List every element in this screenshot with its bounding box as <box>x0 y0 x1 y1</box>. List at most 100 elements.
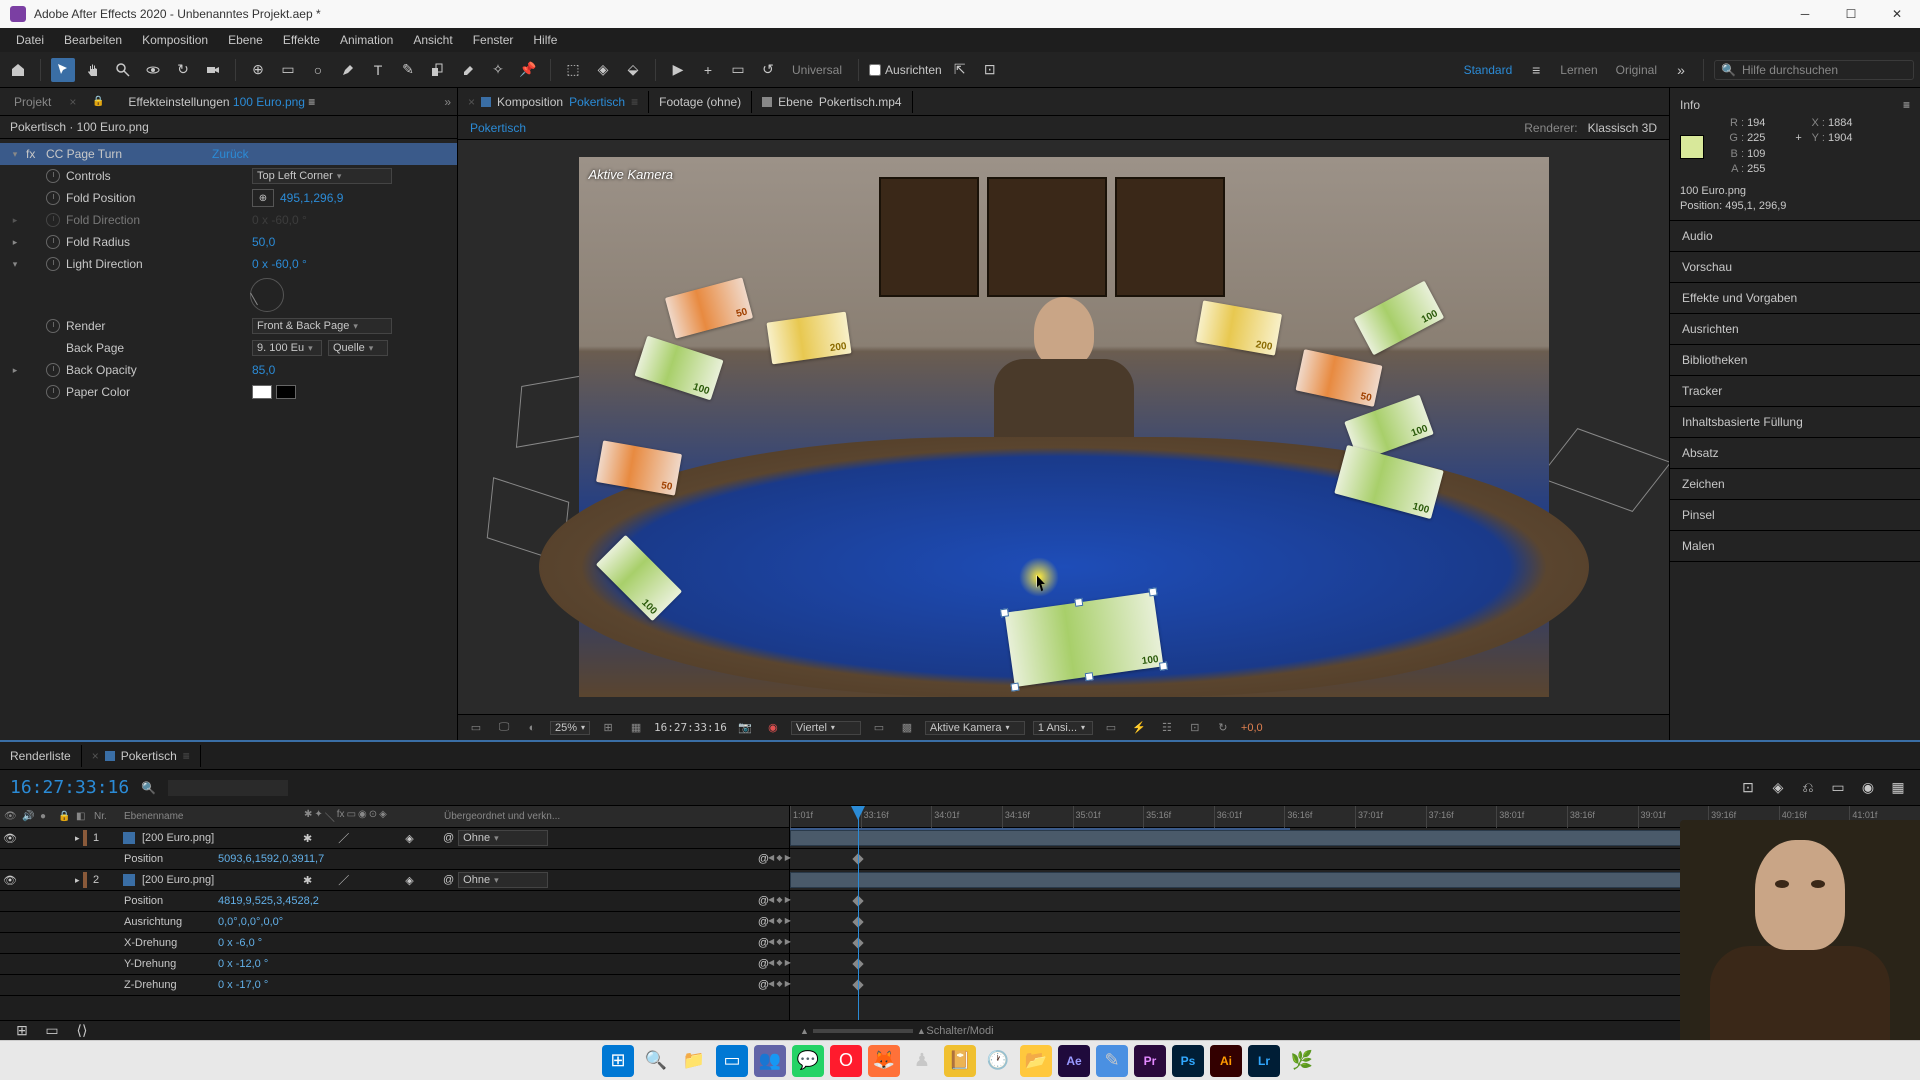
3d-switch-icon[interactable]: ◈ <box>405 874 413 887</box>
toggle-modes-icon[interactable]: ▭ <box>40 1019 64 1043</box>
minimize-button[interactable]: ─ <box>1782 0 1828 28</box>
exposure-value[interactable]: +0,0 <box>1241 722 1263 734</box>
fold-rad-twisty[interactable]: ▸ <box>10 237 20 248</box>
zoom-select[interactable]: 25% <box>550 721 590 735</box>
taskbar-whatsapp-icon[interactable]: 💬 <box>792 1045 824 1077</box>
close-button[interactable]: ✕ <box>1874 0 1920 28</box>
prop-value[interactable]: 5093,6,1592,0,3911,7 <box>218 853 418 865</box>
prop-value[interactable]: 4819,9,525,3,4528,2 <box>218 895 418 907</box>
taskbar-ai-icon[interactable]: Ai <box>1210 1045 1242 1077</box>
panel-effekte[interactable]: Effekte und Vorgaben <box>1670 283 1920 314</box>
camera-tool-icon[interactable] <box>201 58 225 82</box>
workspace-more-icon[interactable]: » <box>1669 58 1693 82</box>
screen-icon[interactable]: 🖵 <box>494 719 514 737</box>
add-vertex-icon[interactable]: + <box>696 58 720 82</box>
draft3d-icon[interactable]: ◈ <box>1766 776 1790 800</box>
panel-menu-icon[interactable]: ≡ <box>1903 98 1910 112</box>
orbit-tool-icon[interactable] <box>141 58 165 82</box>
taskbar-files-icon[interactable]: 📂 <box>1020 1045 1052 1077</box>
property-row[interactable]: Z-Drehung0 x -17,0 °@ <box>0 975 789 996</box>
ellipse-tool-icon[interactable]: ○ <box>306 58 330 82</box>
panel-fuellung[interactable]: Inhaltsbasierte Füllung <box>1670 407 1920 438</box>
pen-tool-icon[interactable] <box>336 58 360 82</box>
taskbar-search-icon[interactable]: 🔍 <box>640 1045 672 1077</box>
tab-close-icon[interactable]: × <box>468 95 475 109</box>
rect-tool-icon[interactable]: ▭ <box>276 58 300 82</box>
layer-row[interactable]: 👁 ▸ 2 [200 Euro.png] ✱／◈ @Ohne <box>0 870 789 891</box>
parent-select[interactable]: Ohne <box>458 830 548 846</box>
keyframe-nav[interactable]: ◀ ◆ ▶ <box>768 937 791 946</box>
zoom-in-icon[interactable]: ▲ <box>917 1026 926 1036</box>
start-button[interactable]: ⊞ <box>602 1045 634 1077</box>
snap-toggle-icon[interactable]: ↺ <box>756 58 780 82</box>
prop-value[interactable]: 0,0°,0,0°,0,0° <box>218 916 418 928</box>
render-stopwatch[interactable] <box>46 319 60 333</box>
comp-mini-flowchart-icon[interactable]: ⊡ <box>1736 776 1760 800</box>
color-label[interactable] <box>83 830 87 846</box>
taskbar-app2-icon[interactable]: 📔 <box>944 1045 976 1077</box>
selection-handle[interactable] <box>1010 683 1019 692</box>
fold-dir-twisty[interactable]: ▸ <box>10 215 20 226</box>
workspace-lernen[interactable]: Lernen <box>1554 63 1603 77</box>
controls-select[interactable]: Top Left Corner <box>252 168 392 184</box>
hand-tool-icon[interactable] <box>81 58 105 82</box>
toggle-inout-icon[interactable]: ⟨⟩ <box>70 1019 94 1043</box>
property-row[interactable]: X-Drehung0 x -6,0 °@ <box>0 933 789 954</box>
paper-color-stopwatch[interactable] <box>46 385 60 399</box>
tab-footage[interactable]: Footage (ohne) <box>649 91 752 113</box>
panel-absatz[interactable]: Absatz <box>1670 438 1920 469</box>
panel-pinsel[interactable]: Pinsel <box>1670 500 1920 531</box>
light-dir-stopwatch[interactable] <box>46 257 60 271</box>
color-label[interactable] <box>83 872 87 888</box>
name-header[interactable]: Ebenenname <box>120 811 300 822</box>
parent-header[interactable]: Übergeordnet und verkn... <box>440 811 789 822</box>
light-direction-value[interactable]: 0 x -60,0 ° <box>252 257 307 271</box>
graph-editor-icon[interactable]: ▦ <box>1886 776 1910 800</box>
renderer-info[interactable]: Renderer: Klassisch 3D <box>1524 121 1657 135</box>
taskbar-opera-icon[interactable]: O <box>830 1045 862 1077</box>
back-page-source-select[interactable]: Quelle <box>328 340 388 356</box>
tab-close-icon[interactable]: × <box>92 749 99 763</box>
tab-ebene[interactable]: Ebene Pokertisch.mp4 <box>752 91 912 113</box>
hide-shy-icon[interactable]: ⎌ <box>1796 776 1820 800</box>
eraser-tool-icon[interactable] <box>456 58 480 82</box>
panel-audio[interactable]: Audio <box>1670 221 1920 252</box>
fold-radius-value[interactable]: 50,0 <box>252 235 275 249</box>
selection-handle[interactable] <box>1158 662 1167 671</box>
paper-color-eyedropper[interactable] <box>276 385 296 399</box>
effect-name[interactable]: CC Page Turn <box>46 147 206 161</box>
fx-toggle-icon[interactable]: fx <box>26 147 40 161</box>
taskbar-app-icon[interactable]: ♟ <box>906 1045 938 1077</box>
menu-datei[interactable]: Datei <box>6 29 54 51</box>
keyframe-nav[interactable]: ◀ ◆ ▶ <box>768 895 791 904</box>
parent-select[interactable]: Ohne <box>458 872 548 888</box>
convert-vertex-icon[interactable]: ▭ <box>726 58 750 82</box>
light-direction-dial[interactable] <box>250 278 284 312</box>
selection-handle[interactable] <box>999 608 1008 617</box>
menu-hilfe[interactable]: Hilfe <box>523 29 567 51</box>
pickwhip-icon[interactable]: @ <box>443 874 454 886</box>
pickwhip-icon[interactable]: @ <box>443 832 454 844</box>
menu-komposition[interactable]: Komposition <box>132 29 218 51</box>
workspace-menu-icon[interactable]: ≡ <box>1524 58 1548 82</box>
3d-switch-icon[interactable]: ◈ <box>405 832 413 845</box>
panel-vorschau[interactable]: Vorschau <box>1670 252 1920 283</box>
brush-tool-icon[interactable]: ✎ <box>396 58 420 82</box>
layer-twisty[interactable]: ▸ <box>75 833 80 844</box>
timeline-timecode[interactable]: 16:27:33:16 <box>10 777 129 798</box>
tab-renderliste[interactable]: Renderliste <box>0 745 82 767</box>
tab-close-icon[interactable]: × <box>69 95 76 109</box>
roi-icon[interactable]: ▭ <box>869 719 889 737</box>
panel-tracker[interactable]: Tracker <box>1670 376 1920 407</box>
resolution-select[interactable]: Viertel <box>791 721 861 735</box>
playhead[interactable] <box>858 806 859 1020</box>
panel-ausrichten[interactable]: Ausrichten <box>1670 314 1920 345</box>
menu-effekte[interactable]: Effekte <box>273 29 330 51</box>
taskbar-teams-icon[interactable]: 👥 <box>754 1045 786 1077</box>
tab-projekt[interactable]: Projekt <box>6 91 59 113</box>
zoom-out-icon[interactable]: ▲ <box>800 1026 809 1036</box>
property-row[interactable]: Y-Drehung0 x -12,0 °@ <box>0 954 789 975</box>
rotate-tool-icon[interactable]: ↻ <box>171 58 195 82</box>
snap-checkbox[interactable]: Ausrichten <box>869 63 942 77</box>
eye-toggle-icon[interactable]: 👁 <box>3 831 17 845</box>
